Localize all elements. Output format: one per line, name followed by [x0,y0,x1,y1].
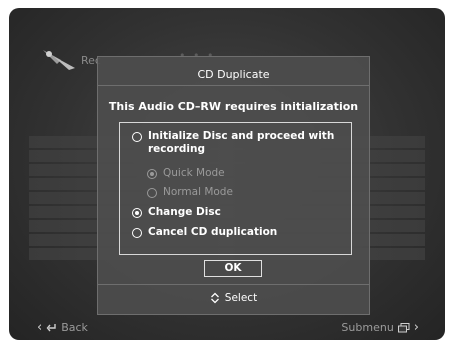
option-cancel-duplication[interactable]: Cancel CD duplication [132,226,277,239]
option-label: Quick Mode [163,167,225,179]
option-label: Cancel CD duplication [148,226,278,238]
radio-unselected-icon [132,228,142,238]
dialog-message: This Audio CD–RW requires initialization [108,100,359,113]
option-label: Initialize Disc and proceed with recordi… [148,130,335,155]
radio-unselected-icon [147,188,157,198]
submenu-icon [397,322,410,332]
submenu-button[interactable]: Submenu › [341,320,419,335]
chevron-left-icon: ‹ [37,320,43,335]
dialog-title: CD Duplicate [197,68,270,81]
radio-unselected-icon [132,132,142,142]
options-group: Initialize Disc and proceed with recordi… [119,122,352,255]
bottom-bar: ‹ Back Submenu › [9,314,445,340]
up-down-arrows-icon [210,292,219,304]
satellite-logo-icon [43,50,75,70]
select-label: Select [224,292,258,304]
back-label: Back [61,321,88,334]
ok-button[interactable]: OK [204,260,262,277]
option-quick-mode[interactable]: Quick Mode [147,167,225,180]
divider [98,85,369,86]
submenu-label: Submenu [341,321,394,334]
option-label: Change Disc [148,206,221,218]
radio-selected-icon [147,169,157,179]
option-label: Normal Mode [163,186,233,198]
option-change-disc[interactable]: Change Disc [132,206,221,219]
return-icon [46,323,56,331]
chevron-right-icon: › [413,320,419,335]
back-button[interactable]: ‹ Back [37,320,88,335]
option-initialize-disc[interactable]: Initialize Disc and proceed with recordi… [132,130,334,156]
radio-selected-icon [132,208,142,218]
select-hint: Select [98,292,369,304]
divider [98,284,369,285]
tv-screen: Rec • • • ‹ Back Submenu › [9,8,445,340]
cd-duplicate-dialog: CD Duplicate This Audio CD–RW requires i… [97,56,370,315]
option-normal-mode[interactable]: Normal Mode [147,186,233,199]
